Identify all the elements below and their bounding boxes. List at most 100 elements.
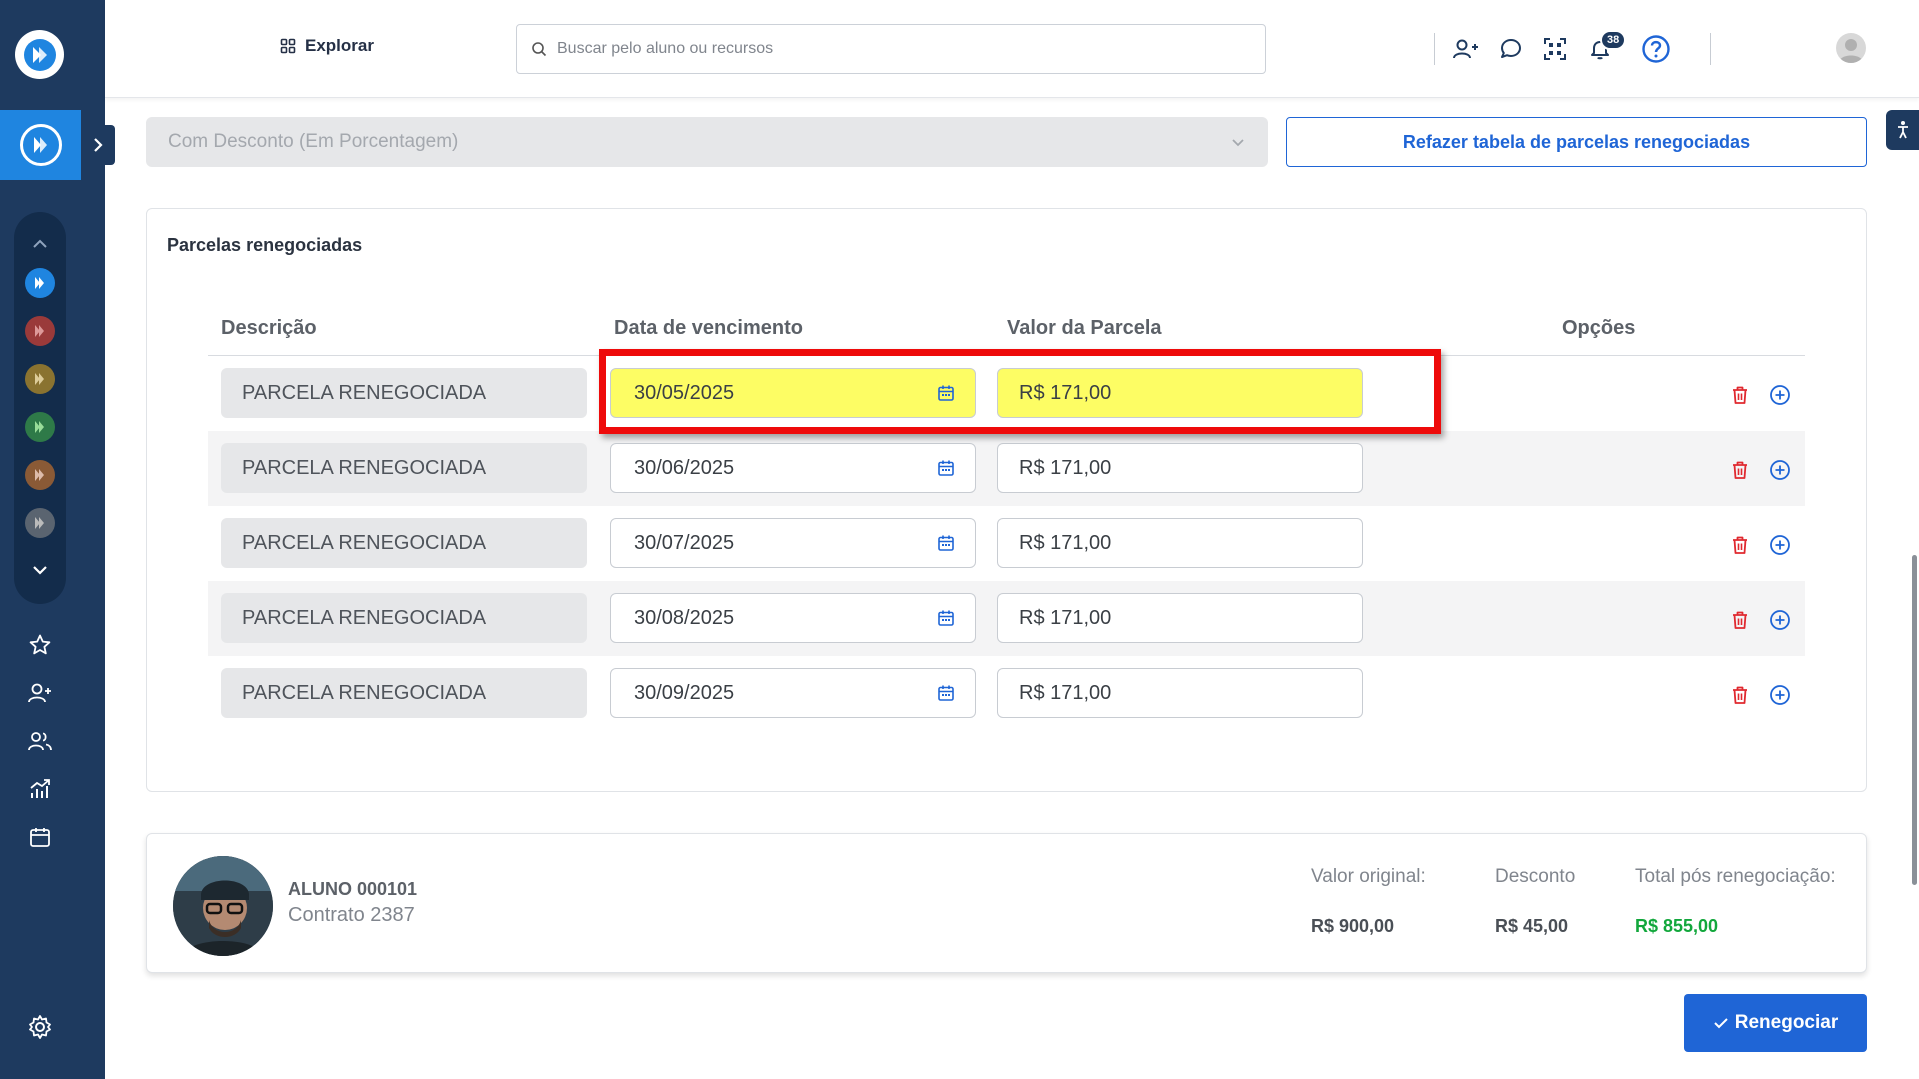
column-header: Opções [1562,317,1636,339]
discount-type-value: Com Desconto (Em Porcentagem) [168,131,459,152]
trash-icon[interactable] [1730,609,1750,631]
description-field: PARCELA RENEGOCIADA [221,443,587,493]
top-bar: Explorar 38 [105,0,1919,98]
original-value-label: Valor original: [1311,866,1426,887]
toolbar-divider [1434,33,1435,65]
add-user-icon[interactable] [25,678,55,708]
chat-icon[interactable] [1495,33,1527,65]
due-date-input[interactable]: 30/07/2025 [610,518,976,568]
student-name: ALUNO 000101 [288,879,418,899]
check-icon [1714,1018,1728,1029]
discount-value: R$ 45,00 [1495,916,1569,936]
module-app-icon[interactable] [25,412,55,442]
table-row: PARCELA RENEGOCIADA 30/08/2025 R$ 171,00 [208,581,1805,656]
chevron-down-icon [1232,139,1244,147]
sidebar [0,0,115,1079]
chevron-down-icon[interactable] [30,560,50,580]
add-circle-icon[interactable] [1769,609,1791,631]
discount-label: Desconto [1495,866,1576,887]
column-header: Descrição [221,317,317,339]
module-app-icon[interactable] [25,316,55,346]
user-avatar[interactable] [1836,33,1866,63]
table-row: PARCELA RENEGOCIADA 30/06/2025 R$ 171,00 [208,431,1805,506]
add-circle-icon[interactable] [1769,534,1791,556]
trash-icon[interactable] [1730,459,1750,481]
search-icon [532,42,547,57]
installments-card: Parcelas renegociadas Descrição Data de … [146,208,1867,792]
amount-input[interactable]: R$ 171,00 [997,368,1363,418]
due-date-value: 30/07/2025 [634,531,735,554]
sidebar-expand-toggle[interactable] [81,125,115,165]
settings-icon[interactable] [25,1012,55,1042]
module-app-icon[interactable] [25,508,55,538]
calendar-icon[interactable] [25,822,55,852]
table-row: PARCELA RENEGOCIADA 30/07/2025 R$ 171,00 [208,506,1805,581]
amount-input[interactable]: R$ 171,00 [997,518,1363,568]
calendar-icon[interactable] [937,609,955,627]
add-circle-icon[interactable] [1769,459,1791,481]
column-header: Data de vencimento [614,317,803,339]
trash-icon[interactable] [1730,534,1750,556]
contract-number: Contrato 2387 [288,904,415,926]
calendar-icon[interactable] [937,684,955,702]
qr-code-icon[interactable] [1539,33,1571,65]
module-app-icon[interactable] [25,364,55,394]
due-date-input[interactable]: 30/08/2025 [610,593,976,643]
search-box[interactable] [516,24,1266,74]
trash-icon[interactable] [1730,384,1750,406]
discount-type-select[interactable]: Com Desconto (Em Porcentagem) [146,117,1268,167]
total-label: Total pós renegociação: [1635,866,1836,887]
table-row: PARCELA RENEGOCIADA 30/09/2025 R$ 171,00 [208,656,1805,731]
calendar-icon[interactable] [937,384,955,402]
accessibility-icon [1897,121,1908,139]
trash-icon[interactable] [1730,684,1750,706]
calendar-icon[interactable] [937,459,955,477]
table-row: PARCELA RENEGOCIADA 30/05/2025 R$ 171,00 [208,356,1805,431]
add-circle-icon[interactable] [1769,684,1791,706]
description-field: PARCELA RENEGOCIADA [221,593,587,643]
due-date-value: 30/08/2025 [634,606,735,629]
notifications-button[interactable]: 38 [1584,30,1627,65]
chart-icon[interactable] [25,774,55,804]
module-app-icon[interactable] [25,460,55,490]
due-date-input[interactable]: 30/09/2025 [610,668,976,718]
accessibility-tab[interactable] [1886,110,1919,150]
due-date-input[interactable]: 30/06/2025 [610,443,976,493]
module-switcher [14,212,66,604]
toolbar-divider [1710,33,1711,65]
redo-installments-button[interactable]: Refazer tabela de parcelas renegociadas [1286,117,1867,167]
due-date-value: 30/09/2025 [634,681,735,704]
summary-card: ALUNO 000101 Contrato 2387 Valor origina… [146,833,1867,973]
amount-input[interactable]: R$ 171,00 [997,443,1363,493]
page-scrollbar[interactable] [1912,555,1917,885]
student-photo [173,856,273,956]
description-field: PARCELA RENEGOCIADA [221,668,587,718]
users-icon[interactable] [25,726,55,756]
app-logo[interactable] [15,30,64,79]
help-icon[interactable] [1640,33,1672,65]
star-icon[interactable] [25,630,55,660]
chevron-up-icon[interactable] [30,234,50,254]
search-input[interactable] [557,40,1237,58]
amount-input[interactable]: R$ 171,00 [997,593,1363,643]
amount-input[interactable]: R$ 171,00 [997,668,1363,718]
active-module-button[interactable] [0,110,81,180]
module-app-icon[interactable] [25,268,55,298]
due-date-value: 30/06/2025 [634,456,735,479]
description-field: PARCELA RENEGOCIADA [221,518,587,568]
add-user-icon[interactable] [1450,33,1482,65]
column-header: Valor da Parcela [1007,317,1162,339]
notification-badge: 38 [1600,30,1627,50]
grid-icon [280,38,296,54]
add-circle-icon[interactable] [1769,384,1791,406]
explore-button[interactable]: Explorar [280,36,374,56]
renegotiate-button[interactable]: Renegociar [1684,994,1867,1052]
calendar-icon[interactable] [937,534,955,552]
description-field: PARCELA RENEGOCIADA [221,368,587,418]
explore-label: Explorar [305,36,374,55]
renegotiate-label: Renegociar [1734,1012,1839,1033]
card-title: Parcelas renegociadas [167,235,363,255]
due-date-input[interactable]: 30/05/2025 [610,368,976,418]
total-value: R$ 855,00 [1635,916,1719,936]
chevron-right-icon [94,138,103,152]
